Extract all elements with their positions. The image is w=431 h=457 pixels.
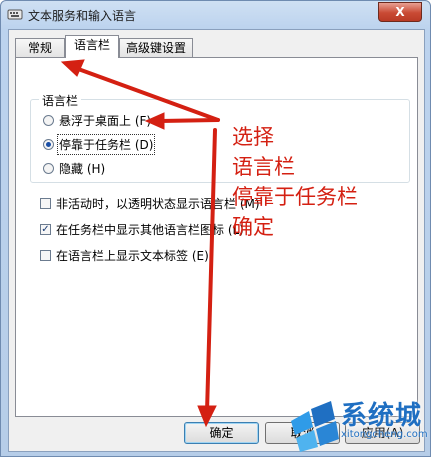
keyboard-app-icon <box>7 9 23 20</box>
dialog-client-area: 常规 语言栏 高级键设置 语言栏 悬浮于桌面上 (F) 停靠于任务栏 (D) 隐… <box>8 29 425 452</box>
dialog-window: 文本服务和输入语言 X 常规 语言栏 高级键设置 语言栏 悬浮于桌面上 (F) <box>0 0 431 457</box>
annotation-line-3: 停靠于任务栏 <box>232 185 358 209</box>
radio-button[interactable] <box>43 162 54 174</box>
annotation-line-4: 确定 <box>232 215 274 239</box>
language-bar-panel: 语言栏 悬浮于桌面上 (F) 停靠于任务栏 (D) 隐藏 (H) 非活动时，以透… <box>15 57 418 417</box>
radio-label: 悬浮于桌面上 (F) <box>59 113 152 128</box>
annotation-line-2: 语言栏 <box>232 155 295 179</box>
window-title: 文本服务和输入语言 <box>28 9 137 23</box>
ok-button[interactable]: 确定 <box>184 422 259 444</box>
radio-docked-in-taskbar[interactable]: 停靠于任务栏 (D) <box>43 133 156 155</box>
checkbox-label: 在语言栏上显示文本标签 (E) <box>56 248 209 263</box>
checkbox-show-text-labels[interactable]: 在语言栏上显示文本标签 (E) <box>40 247 209 263</box>
radio-button[interactable] <box>43 114 54 126</box>
tab-general-label: 常规 <box>27 41 52 55</box>
tab-advanced-label: 高级键设置 <box>125 41 186 55</box>
tab-language-bar-label: 语言栏 <box>73 38 110 52</box>
checkbox-show-extra-icons[interactable]: ✓ 在任务栏中显示其他语言栏图标 (L) <box>40 221 244 237</box>
watermark: 系统城 xitongcheng.com <box>283 397 428 453</box>
checkbox[interactable] <box>40 249 51 261</box>
radio-label: 停靠于任务栏 (D) <box>56 133 156 155</box>
tab-general[interactable]: 常规 <box>15 38 65 57</box>
tab-language-bar[interactable]: 语言栏 <box>65 35 119 58</box>
checkbox-label: 非活动时，以透明状态显示语言栏 (M) <box>56 196 260 211</box>
radio-label: 隐藏 (H) <box>59 161 106 176</box>
windows-logo-icon <box>291 401 339 452</box>
tab-advanced-key-settings[interactable]: 高级键设置 <box>119 38 193 57</box>
checkbox-label: 在任务栏中显示其他语言栏图标 (L) <box>56 222 244 237</box>
close-button[interactable]: X <box>378 2 422 22</box>
annotation-line-1: 选择 <box>232 125 274 149</box>
checkbox[interactable] <box>40 197 51 209</box>
groupbox-label: 语言栏 <box>39 92 82 109</box>
language-bar-groupbox: 语言栏 悬浮于桌面上 (F) 停靠于任务栏 (D) 隐藏 (H) <box>30 92 410 183</box>
watermark-url: xitongcheng.com <box>341 429 428 440</box>
checkbox-transparent-when-inactive[interactable]: 非活动时，以透明状态显示语言栏 (M) <box>40 195 260 211</box>
watermark-name: 系统城 <box>341 401 423 431</box>
checkbox-checked[interactable]: ✓ <box>40 223 51 235</box>
close-icon: X <box>395 5 405 19</box>
radio-hidden[interactable]: 隐藏 (H) <box>43 160 105 176</box>
title-bar[interactable]: 文本服务和输入语言 X <box>1 1 430 27</box>
radio-button-selected[interactable] <box>43 138 54 150</box>
radio-float-on-desktop[interactable]: 悬浮于桌面上 (F) <box>43 112 151 128</box>
